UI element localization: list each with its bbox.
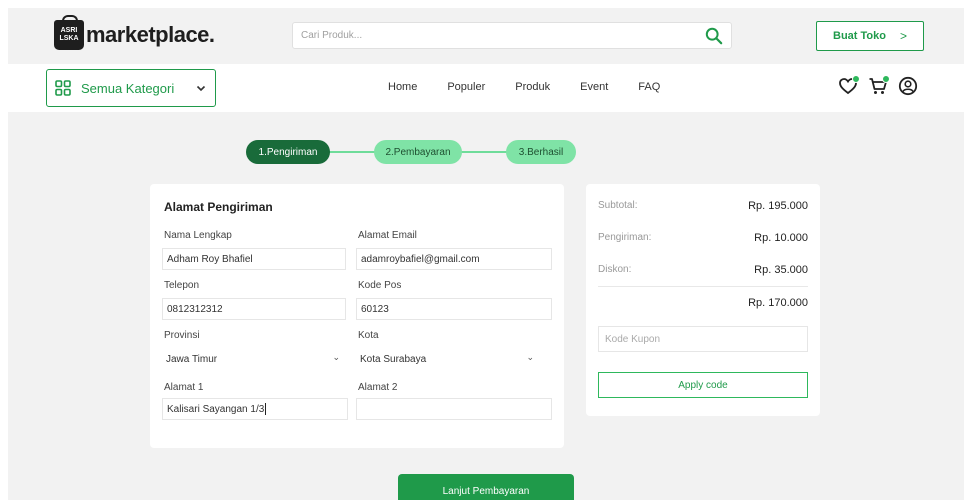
alamat1-value: Kalisari Sayangan 1/3 [167,403,265,415]
subtotal-label: Subtotal: [598,200,638,211]
buat-toko-label: Buat Toko [833,30,886,42]
user-icon [898,76,918,96]
alamat1-label: Alamat 1 [164,382,204,393]
provinsi-select[interactable]: Jawa Timur ⌄ [162,348,348,370]
wishlist-button[interactable] [838,75,860,98]
cart-badge [882,75,890,83]
apply-code-button[interactable]: Apply code [598,372,808,398]
total-value: Rp. 170.000 [748,297,808,309]
nav-bar: Semua Kategori Home Populer Produk Event… [8,64,964,112]
order-summary-card: Subtotal: Rp. 195.000 Pengiriman: Rp. 10… [586,184,820,416]
alamat2-field[interactable] [356,398,552,420]
search-icon[interactable] [705,27,723,45]
nav-event[interactable]: Event [580,81,608,93]
form-title: Alamat Pengiriman [164,200,273,214]
kota-select[interactable]: Kota Surabaya ⌄ [356,348,542,370]
summary-divider [598,286,808,287]
kodepos-label: Kode Pos [358,280,402,291]
logo-badge-line2: LSKA [59,35,79,42]
nama-field[interactable]: Adham Roy Bhafiel [162,248,346,270]
logo-text: marketplace. [86,22,215,47]
category-label: Semua Kategori [81,80,175,96]
user-actions [838,75,928,98]
telepon-label: Telepon [164,280,200,291]
chevron-down-icon [196,85,206,92]
alamat1-field[interactable]: Kalisari Sayangan 1/3 [162,398,348,420]
chevron-right-icon: > [899,29,907,43]
category-dropdown[interactable]: Semua Kategori [46,69,216,107]
logo-badge-line1: ASRI [60,27,78,34]
nav-faq[interactable]: FAQ [638,81,660,93]
nav-home[interactable]: Home [388,81,417,93]
pengiriman-value: Rp. 10.000 [754,232,808,244]
nav-populer[interactable]: Populer [447,81,485,93]
chevron-down-icon: ⌄ [332,352,340,362]
main-nav: Home Populer Produk Event FAQ [388,81,690,93]
pengiriman-label: Pengiriman: [598,232,652,243]
grid-icon [55,80,71,96]
email-field[interactable]: adamroybafiel@gmail.com [356,248,552,270]
search-input[interactable] [293,23,683,48]
page: ASRI LSKA marketplace. Buat Toko > [8,8,964,500]
wishlist-badge [852,75,860,83]
coupon-input[interactable]: Kode Kupon [598,326,808,352]
diskon-value: Rp. 35.000 [754,264,808,276]
chevron-down-icon: ⌄ [526,352,534,362]
stepper-connector [326,151,378,153]
continue-payment-button[interactable]: Lanjut Pembayaran [398,474,574,500]
profile-button[interactable] [898,76,920,98]
email-label: Alamat Email [358,230,417,241]
step-pengiriman: 1.Pengiriman [246,140,330,164]
search-bar [292,22,732,49]
kota-value: Kota Surabaya [360,353,427,365]
text-cursor [265,403,267,415]
logo[interactable]: ASRI LSKA marketplace. [54,15,215,50]
provinsi-label: Provinsi [164,330,200,341]
step-berhasil: 3.Berhasil [506,140,576,164]
kodepos-field[interactable]: 60123 [356,298,552,320]
alamat2-label: Alamat 2 [358,382,398,393]
subtotal-value: Rp. 195.000 [748,200,808,212]
buat-toko-button[interactable]: Buat Toko > [816,21,924,51]
step-pembayaran: 2.Pembayaran [374,140,462,164]
nama-label: Nama Lengkap [164,230,232,241]
stepper-connector [456,151,508,153]
kota-label: Kota [358,330,379,341]
top-header: ASRI LSKA marketplace. Buat Toko > [8,8,964,64]
diskon-label: Diskon: [598,264,632,275]
cart-button[interactable] [868,75,890,98]
provinsi-value: Jawa Timur [166,353,218,365]
telepon-field[interactable]: 0812312312 [162,298,346,320]
logo-bag-icon: ASRI LSKA [54,15,84,50]
nav-produk[interactable]: Produk [515,81,550,93]
shipping-form-card: Alamat Pengiriman Nama Lengkap Adham Roy… [150,184,564,448]
